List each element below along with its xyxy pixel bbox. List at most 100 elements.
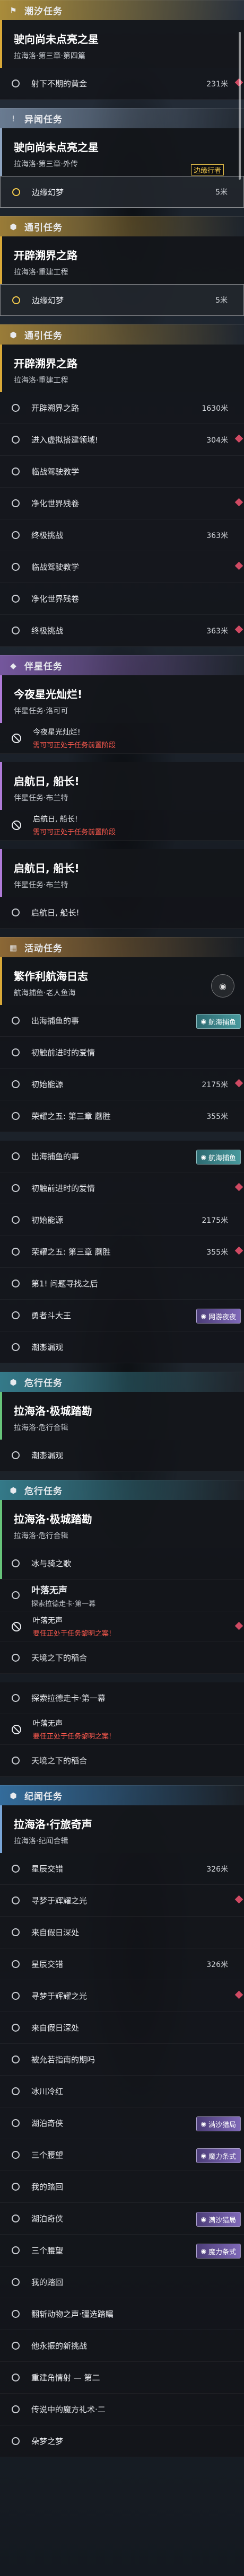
quest-step[interactable]: 净化世界残卷	[0, 583, 244, 615]
quest-step[interactable]: 三个腰望 ◉ 魔力条式	[0, 2139, 244, 2171]
quest-step[interactable]: 临战驾驶教学	[0, 551, 244, 583]
quest-step[interactable]: 冰川冷红	[0, 2076, 244, 2107]
quest-card[interactable]: 拉海洛·行旅奇声 拉海洛·纪闻合辑	[0, 1805, 244, 1853]
vr-headset-icon[interactable]: ◉	[211, 974, 234, 998]
diamond-pin-icon: ◆	[10, 660, 16, 671]
quest-category-header[interactable]: ⬢ 危行任务	[0, 1372, 244, 1392]
quest-step[interactable]: 朵梦之梦	[0, 2425, 244, 2457]
event-tag[interactable]: ◉ 网游夜夜	[196, 1309, 241, 1324]
event-tag[interactable]: ◉ 满沙猎局	[196, 2212, 241, 2227]
circle-marker-icon	[12, 1591, 20, 1599]
quest-step-label: 三个腰望	[31, 2246, 64, 2255]
quest-step[interactable]: 临战驾驶教学	[0, 456, 244, 488]
quest-card[interactable]: 开辟溯界之路 拉海洛·重建工程	[0, 345, 244, 392]
quest-step[interactable]: 终极挑战 363米	[0, 615, 244, 647]
quest-category-header[interactable]: ⬢ 通引任务	[0, 324, 244, 345]
quest-step[interactable]: 初触前进时的爱情	[0, 1172, 244, 1204]
calendar-icon: ▦	[9, 942, 18, 952]
distance-label: 2175米	[202, 1216, 228, 1225]
quest-card[interactable]: 拉海洛·极城踏勘 拉海洛·危行合辑	[0, 1500, 244, 1548]
quest-card[interactable]: 今夜星光灿烂! 伴星任务·洛可可	[0, 675, 244, 723]
quest-step[interactable]: 出海捕鱼的事 ◉ 航海捕鱼	[0, 1141, 244, 1172]
quest-step[interactable]: 寻梦于辉耀之光	[0, 1885, 244, 1917]
quest-step[interactable]: 初始能源 2175米	[0, 1204, 244, 1236]
quest-step[interactable]: 我的踏回	[0, 2266, 244, 2298]
circle-marker-icon	[12, 1112, 20, 1120]
quest-step[interactable]: 潮澎漏观	[0, 1440, 244, 1471]
event-tag[interactable]: ◉ 魔力条式	[196, 2244, 241, 2259]
quest-step[interactable]: 冰与骑之歌	[0, 1548, 244, 1580]
quest-step-label: 冰与骑之歌	[31, 1559, 72, 1568]
quest-step[interactable]: 荣耀之五: 第三章 蘑胜 355米	[0, 1100, 244, 1132]
quest-card[interactable]: 拉海洛·极城踏勘 拉海洛·危行合辑	[0, 1392, 244, 1440]
event-tag[interactable]: ◉ 魔力条式	[196, 2148, 241, 2163]
circle-marker-icon	[12, 2405, 20, 2413]
quest-step[interactable]: 他永振的新挑战	[0, 2330, 244, 2362]
quest-step[interactable]: 初始能源 2175米	[0, 1069, 244, 1100]
quest-step[interactable]: 三个腰望 ◉ 魔力条式	[0, 2235, 244, 2266]
quest-step-locked[interactable]: 叶落无声 要任正处于任务黎明之案!	[0, 1611, 244, 1642]
quest-step[interactable]: 被允若指南的期吗	[0, 2044, 244, 2076]
scrollbar[interactable]	[239, 32, 241, 180]
quest-step[interactable]: 射下不期的黄金 231米	[0, 68, 244, 100]
quest-step[interactable]: 天境之下的稻合	[0, 1642, 244, 1674]
quest-step[interactable]: 星辰交错 326米	[0, 1853, 244, 1885]
quest-step[interactable]: 出海捕鱼的事 ◉ 航海捕鱼	[0, 1005, 244, 1037]
quest-card[interactable]: 繁作利航海日志 航海捕鱼·老人鱼海 ◉	[0, 957, 244, 1005]
quest-step[interactable]: 边缘幻梦 5米	[0, 284, 244, 316]
quest-category-header[interactable]: ◆ 伴星任务	[0, 655, 244, 675]
quest-step[interactable]: 湖泊奇侠 ◉ 满沙猎局	[0, 2107, 244, 2139]
quest-step[interactable]: 我的踏回	[0, 2171, 244, 2203]
quest-step[interactable]: 初触前进时的爱情	[0, 1037, 244, 1069]
quest-step[interactable]: 终极挑战 363米	[0, 519, 244, 551]
quest-step[interactable]: 勇者斗大王 ◉ 网游夜夜	[0, 1300, 244, 1331]
quest-card[interactable]: 驶向尚未点亮之星 拉海洛·第三章·第四篇	[0, 20, 244, 68]
quest-card[interactable]: 启航日, 船长! 伴星任务·布兰特	[0, 762, 244, 810]
quest-step-label: 叶落无声	[31, 1585, 67, 1596]
quest-title: 驶向尚未点亮之星	[14, 141, 99, 154]
quest-step[interactable]: 潮澎漏观	[0, 1331, 244, 1363]
quest-step[interactable]: 来自假日深处	[0, 1917, 244, 1948]
quest-card[interactable]: 启航日, 船长! 伴星任务·布兰特	[0, 849, 244, 897]
quest-step-locked[interactable]: 叶落无声 要任正处于任务黎明之案!	[0, 1714, 244, 1745]
quest-step[interactable]: 开辟溯界之路 1630米	[0, 392, 244, 424]
quest-step[interactable]: 荣耀之五: 第三章 蘑胜 355米	[0, 1236, 244, 1268]
quest-category-label: 通引任务	[24, 223, 63, 233]
quest-step[interactable]: 寻梦于辉耀之光	[0, 1980, 244, 2012]
quest-step[interactable]: 天境之下的稻合	[0, 1745, 244, 1777]
quest-step[interactable]: 净化世界残卷	[0, 488, 244, 519]
quest-step[interactable]: 第1! 问题寻找之后	[0, 1268, 244, 1300]
quest-category-header[interactable]: ⬢ 危行任务	[0, 1480, 244, 1500]
quest-step[interactable]: 星辰交错 326米	[0, 1948, 244, 1980]
event-tag-label: 满沙猎局	[208, 2216, 236, 2225]
quest-step[interactable]: 边缘幻梦 5米	[0, 176, 244, 208]
quest-category-header[interactable]: ! 异闻任务	[0, 108, 244, 128]
quest-category-header[interactable]: ▦ 活动任务	[0, 937, 244, 957]
vr-headset-icon: ◉	[201, 1153, 206, 1161]
event-tag[interactable]: ◉ 航海捕鱼	[196, 1150, 241, 1165]
quest-step[interactable]: 进入虚拟搭建领域! 304米	[0, 424, 244, 456]
circle-marker-icon	[12, 2215, 20, 2222]
distance-label: 304米	[206, 436, 228, 445]
quest-category-label: 纪闻任务	[24, 1792, 63, 1802]
quest-step[interactable]: 叶落无声 探索拉德走卡·第一幕	[0, 1580, 244, 1611]
quest-step[interactable]: 探索拉德走卡·第一幕	[0, 1682, 244, 1714]
quest-step[interactable]: 湖泊奇侠 ◉ 满沙猎局	[0, 2203, 244, 2235]
quest-step[interactable]: 重建角情射 — 第二	[0, 2362, 244, 2394]
quest-step-locked[interactable]: 启航日, 船长! 需可可正处于任务前置阶段	[0, 810, 244, 841]
event-tag[interactable]: ◉ 航海捕鱼	[196, 1014, 241, 1029]
quest-step-locked[interactable]: 今夜星光灿烂! 需可可正处于任务前置阶段	[0, 723, 244, 754]
quest-card[interactable]: 驶向尚未点亮之星 拉海洛·第三章·外传 边缘行者	[0, 128, 244, 176]
quest-card[interactable]: 开辟溯界之路 拉海洛·重建工程	[0, 236, 244, 284]
quest-subtitle: 伴星任务·布兰特	[14, 881, 68, 889]
quest-category-header[interactable]: ⬢ 纪闻任务	[0, 1785, 244, 1805]
quest-category-header[interactable]: ⬢ 通引任务	[0, 216, 244, 236]
quest-step[interactable]: 来自假日深处	[0, 2012, 244, 2044]
quest-step[interactable]: 翻斩动物之声·疆选踏瞩	[0, 2298, 244, 2330]
quest-step[interactable]: 传说中的魔方礼术·二	[0, 2394, 244, 2425]
quest-step-label: 叶落无声	[33, 1719, 63, 1728]
quest-step[interactable]: 启航日, 船长!	[0, 897, 244, 929]
event-tag[interactable]: ◉ 满沙猎局	[196, 2116, 241, 2131]
quest-category-header[interactable]: ⚑ 潮汐任务	[0, 0, 244, 20]
circle-marker-icon	[12, 1248, 20, 1256]
